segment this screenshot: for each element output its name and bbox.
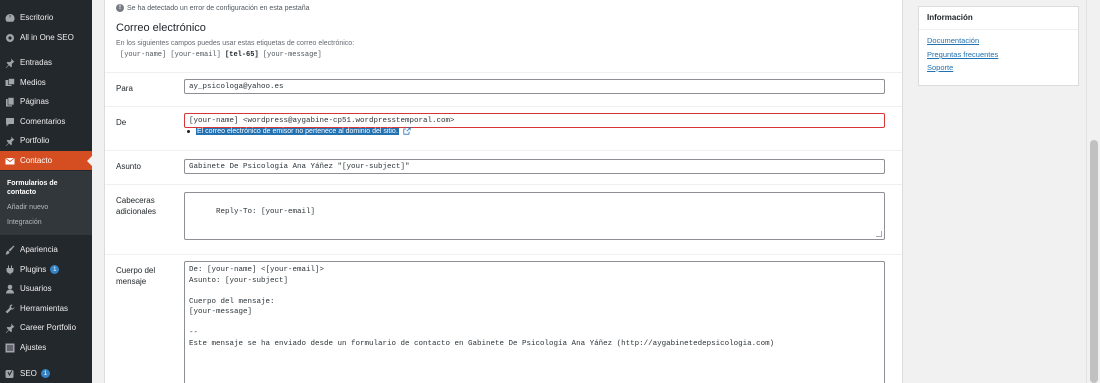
mail-settings-panel: ! Se ha detectado un error de configurac… [104,0,903,383]
page-scrollbar[interactable] [1086,0,1100,383]
menu-item-medios[interactable]: Medios [0,73,92,92]
update-count-badge: 1 [50,265,60,274]
menu-label: SEO [20,369,37,378]
divider [919,29,1078,30]
scrollbar-thumb[interactable] [1090,140,1098,383]
field-label-from: De [116,118,127,127]
mail-tag: [your-name] [120,51,167,59]
menu-label: Usuarios [20,284,52,293]
aioseo-icon [0,33,20,43]
menu-item-seo[interactable]: SEO 1 [0,364,92,383]
contacto-submenu: Formularios de contacto Añadir nuevo Int… [0,171,92,235]
tools-icon [0,304,20,314]
mail-tag: [tel-65] [225,51,259,59]
link-documentacion[interactable]: Documentación [927,36,979,45]
info-title: Información [927,13,973,22]
to-input[interactable]: ay_psicologa@yahoo.es [184,79,885,94]
menu-label: Plugins [20,265,47,274]
menu-label: Comentarios [20,117,66,126]
from-error-message[interactable]: El correo electrónico de emisor no perte… [196,127,399,135]
pages-icon [0,96,20,107]
menu-label: Medios [20,78,46,87]
link-preguntas-frecuentes[interactable]: Preguntas frecuentes [927,50,998,59]
menu-item-contacto[interactable]: Contacto [0,151,92,170]
menu-item-comentarios[interactable]: Comentarios [0,112,92,131]
config-error-notice: ! Se ha detectado un error de configurac… [116,4,310,12]
submenu-item-formularios[interactable]: Formularios de contacto [7,179,77,197]
yoast-icon [0,369,20,379]
admin-sidebar: Escritorio All in One SEO Entradas Medio… [0,0,92,383]
notice-text: Se ha detectado un error de configuració… [127,4,310,12]
field-row-body: Cuerpo del mensaje De: [your-name] <[you… [105,254,902,383]
menu-item-entradas[interactable]: Entradas [0,53,92,72]
mail-tag: [your-message] [262,51,322,59]
field-label-to: Para [116,84,133,93]
menu-label: Apariencia [20,245,58,254]
headers-text: Reply-To: [your-email] [216,207,316,216]
body-textarea[interactable]: De: [your-name] <[your-email]> Asunto: [… [184,261,885,383]
mail-tags-intro: En los siguientes campos puedes usar est… [116,40,355,47]
users-icon [0,284,20,294]
menu-item-career-portfolio[interactable]: Career Portfolio [0,318,92,337]
menu-label: Career Portfolio [20,323,77,332]
link-soporte[interactable]: Soporte [927,63,953,72]
field-row-subject: Asunto Gabinete De Psicología Ana Yáñez … [105,150,902,184]
pin-icon [0,323,20,333]
field-row-to: Para ay_psicologa@yahoo.es [105,72,902,106]
field-label-headers: Cabeceras adicionales [116,196,157,216]
dashboard-icon [0,13,20,23]
menu-item-ajustes[interactable]: Ajustes [0,338,92,357]
field-row-headers: Cabeceras adicionales Reply-To: [your-em… [105,184,902,254]
external-link-icon[interactable] [403,127,411,135]
settings-icon [0,343,20,353]
update-count-badge: 1 [40,369,50,378]
menu-item-usuarios[interactable]: Usuarios [0,279,92,298]
mail-icon [0,156,20,166]
comments-icon [0,117,20,127]
subject-input[interactable]: Gabinete De Psicología Ana Yáñez "[your-… [184,159,885,174]
field-label-body: Cuerpo del mensaje [116,266,156,286]
menu-label: Escritorio [20,13,54,22]
menu-label: Portfolio [20,136,50,145]
submenu-item-integracion[interactable]: Integración [7,218,42,227]
bullet [187,129,190,133]
brush-icon [0,245,20,255]
menu-label: Entradas [20,58,53,67]
menu-label: Contacto [20,156,53,165]
menu-item-aioseo[interactable]: All in One SEO [0,28,92,47]
pin-icon [0,58,20,68]
submenu-item-anadir-nuevo[interactable]: Añadir nuevo [7,203,48,212]
headers-textarea[interactable]: Reply-To: [your-email] [184,192,885,240]
menu-label: Páginas [20,97,49,106]
menu-item-paginas[interactable]: Páginas [0,92,92,111]
section-title: Correo electrónico [116,22,206,34]
menu-item-plugins[interactable]: Plugins 1 [0,260,92,279]
resize-handle[interactable] [876,231,882,237]
menu-item-portfolio[interactable]: Portfolio [0,131,92,150]
media-icon [0,77,20,88]
from-error-tip: El correo electrónico de emisor no perte… [187,127,411,135]
menu-label: Herramientas [20,304,69,313]
mail-tag: [your-email] [170,51,221,59]
menu-item-herramientas[interactable]: Herramientas [0,299,92,318]
menu-item-apariencia[interactable]: Apariencia [0,240,92,259]
warning-icon: ! [116,4,124,12]
plugins-icon [0,265,20,275]
menu-label: Ajustes [20,343,47,352]
from-input[interactable]: [your-name] <wordpress@aygabine-cp51.wor… [184,113,885,128]
mail-tags: [your-name] [your-email] [tel-65] [your-… [120,51,322,59]
info-box: Información Documentación Preguntas frec… [918,6,1079,86]
menu-item-escritorio[interactable]: Escritorio [0,8,92,27]
pin-icon [0,136,20,146]
menu-label: All in One SEO [20,33,74,42]
field-label-subject: Asunto [116,162,141,171]
